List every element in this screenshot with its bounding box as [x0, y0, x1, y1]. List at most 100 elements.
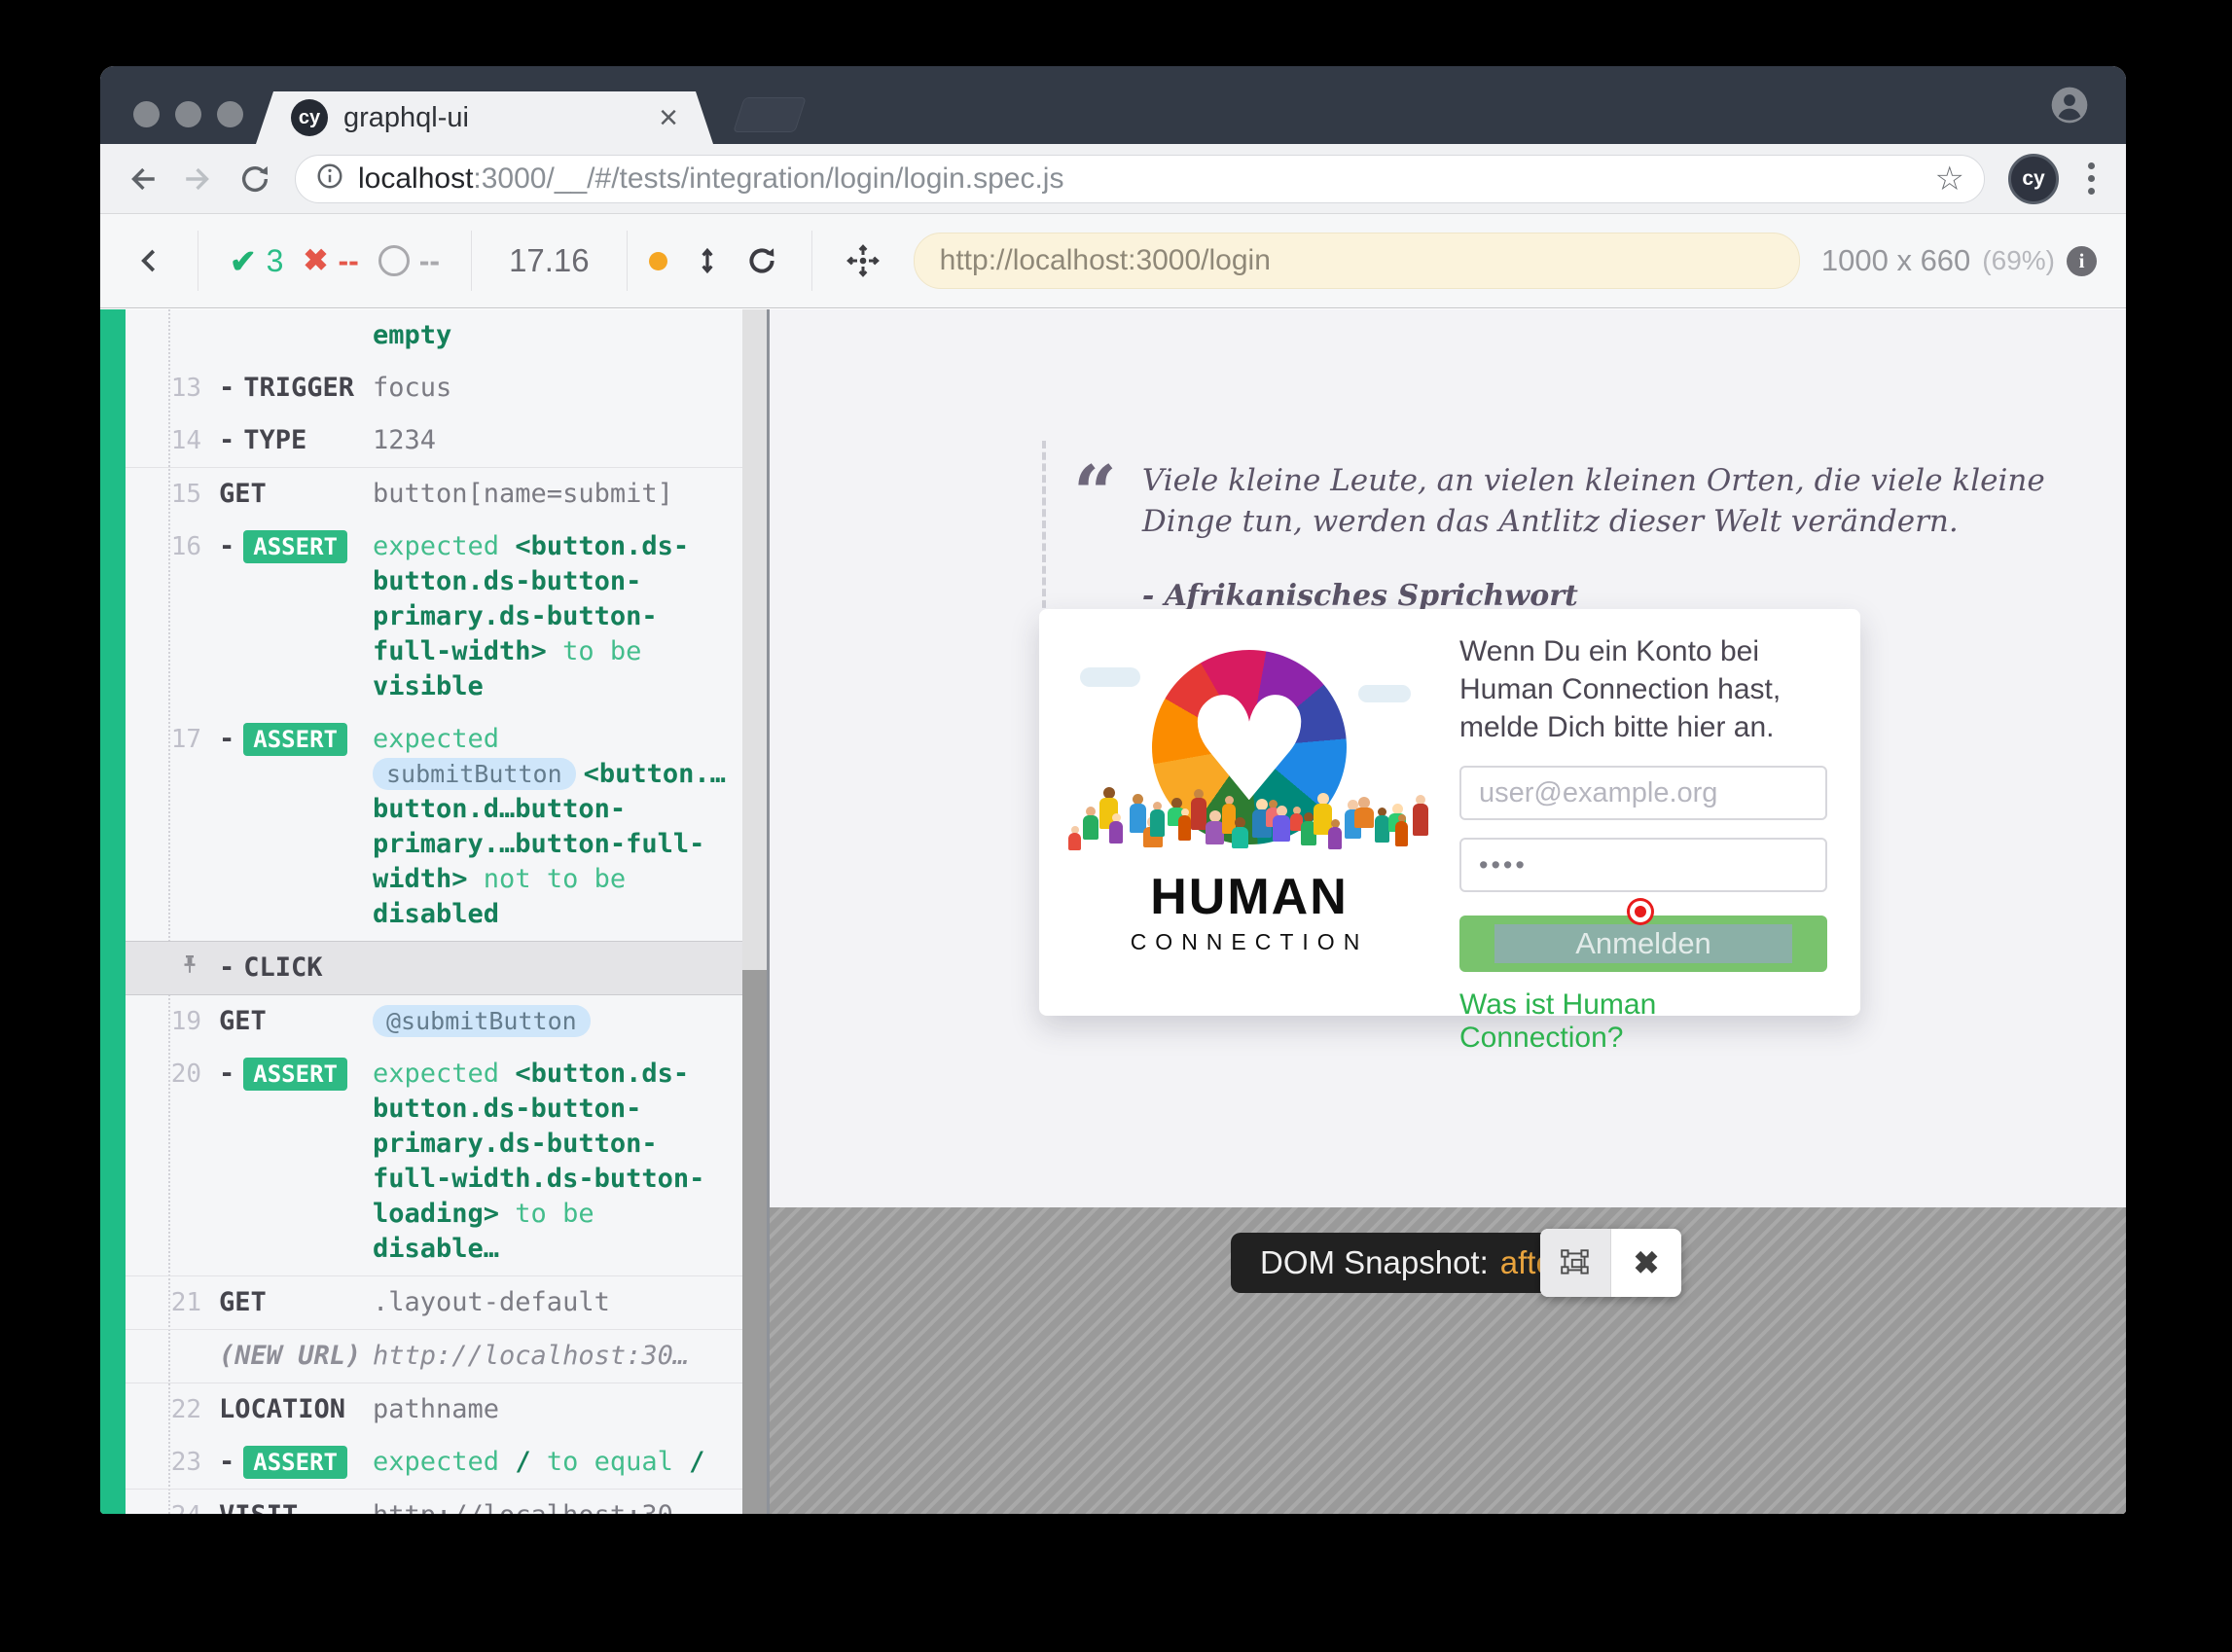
log-row-24[interactable]: 24VISIThttp://localhost:30… [126, 1489, 742, 1514]
viewport-info-icon[interactable]: i [2067, 246, 2097, 276]
assert-badge: ASSERT [243, 723, 347, 756]
url-input[interactable]: localhost:3000/__/#/tests/integration/lo… [295, 155, 1985, 203]
command-name: -CLICK [219, 951, 373, 986]
log-row-19[interactable]: 19GET@submitButton [126, 995, 742, 1048]
cloud-decoration [1080, 667, 1140, 687]
message-segment: / [689, 1447, 704, 1477]
log-row-22[interactable]: 22LOCATIONpathname [126, 1383, 742, 1436]
log-row-newurl[interactable]: (NEW URL)http://localhost:30… [126, 1329, 742, 1383]
scroll-toggle-icon[interactable] [693, 246, 722, 275]
selector-playground-icon[interactable] [846, 243, 881, 278]
back-icon[interactable] [126, 162, 159, 196]
logo-crowd [1072, 745, 1428, 852]
command-name: (NEW URL) [219, 1339, 373, 1374]
spec-passed-strip [100, 309, 126, 1514]
command-name: -ASSERT [219, 1445, 373, 1480]
log-row-14[interactable]: 14-TYPE1234 [126, 414, 742, 467]
password-field[interactable] [1459, 838, 1827, 892]
close-window-icon[interactable] [133, 101, 160, 127]
message-segment: .layout-default [373, 1287, 610, 1317]
log-row-20[interactable]: 20-ASSERTexpected <button.ds-button.ds-b… [126, 1048, 742, 1275]
command-name: LOCATION [219, 1392, 373, 1427]
log-row-16[interactable]: 16-ASSERTexpected <button.ds-button.ds-b… [126, 521, 742, 713]
command-log-scrollbar[interactable] [742, 309, 767, 1514]
browser-url-bar: localhost:3000/__/#/tests/integration/lo… [100, 144, 2126, 214]
crowd-person [1232, 817, 1248, 848]
browser-tab[interactable]: cy graphql-ui × [256, 91, 713, 144]
auto-scroll-dot-icon [649, 252, 667, 270]
log-row-23[interactable]: 23-ASSERTexpected / to equal / [126, 1436, 742, 1489]
alias-pill[interactable]: @submitButton [373, 1005, 591, 1037]
message-segment: pathname [373, 1394, 499, 1424]
browser-window: cy graphql-ui × lo [100, 66, 2126, 1514]
scrollbar-thumb[interactable] [742, 970, 767, 1514]
log-row-17[interactable]: 17-ASSERTexpected submitButton<button.…b… [126, 713, 742, 941]
crowd-person [1328, 819, 1342, 849]
quote-attribution: - Afrikanisches Sprichwort [1142, 579, 2067, 613]
message-segment: expected [373, 531, 515, 561]
log-row-click[interactable]: -CLICK [126, 941, 742, 995]
what-is-hc-link[interactable]: Was ist Human Connection? [1459, 988, 1827, 1055]
email-field[interactable] [1459, 766, 1827, 820]
collapse-sidebar-icon[interactable] [135, 246, 164, 275]
snapshot-highlights-button[interactable] [1540, 1229, 1611, 1297]
message-segment: to equal [531, 1447, 690, 1477]
minimize-window-icon[interactable] [175, 101, 201, 127]
passed-check-icon: ✔ [230, 242, 257, 280]
bookmark-star-icon[interactable]: ☆ [1935, 160, 1964, 198]
command-name: -TYPE [219, 423, 373, 458]
forward-icon[interactable] [182, 162, 215, 196]
url-path: :3000/__/#/tests/integration/login/login… [473, 162, 1063, 195]
quote-text: Viele kleine Leute, an vielen kleinen Or… [1142, 460, 2067, 542]
log-row-21[interactable]: 21GET.layout-default [126, 1275, 742, 1329]
new-tab-button[interactable] [733, 97, 807, 132]
maximize-window-icon[interactable] [217, 101, 243, 127]
alias-pill[interactable]: submitButton [373, 758, 576, 790]
command-name: -TRIGGER [219, 371, 373, 406]
command-name: GET [219, 1004, 373, 1039]
snapshot-controls: ✖ [1540, 1229, 1681, 1297]
command-message: .layout-default [373, 1285, 733, 1320]
aut-iframe: “ Viele kleine Leute, an vielen kleinen … [770, 309, 2126, 1514]
row-number: 17 [126, 722, 219, 932]
crowd-person [1354, 797, 1374, 828]
url-text: localhost:3000/__/#/tests/integration/lo… [358, 162, 1063, 196]
window-controls[interactable] [133, 101, 243, 127]
command-name: -ASSERT [219, 529, 373, 704]
log-row-15[interactable]: 15GETbutton[name=submit] [126, 467, 742, 521]
browser-titlebar: cy graphql-ui × [100, 66, 2126, 144]
reload-icon[interactable] [238, 162, 271, 196]
row-number: 19 [126, 1004, 219, 1039]
log-row-partial[interactable]: empty [126, 309, 742, 362]
tab-close-icon[interactable]: × [659, 101, 678, 134]
crowd-person [1150, 802, 1165, 837]
message-segment: empty [373, 320, 451, 350]
snapshot-close-button[interactable]: ✖ [1611, 1229, 1681, 1297]
command-name: GET [219, 477, 373, 512]
passed-count: 3 [267, 243, 284, 279]
click-event-dot [1630, 901, 1651, 922]
message-segment: expected [373, 724, 499, 754]
browser-menu-icon[interactable] [2082, 162, 2101, 195]
row-number: 23 [126, 1445, 219, 1480]
command-message: http://localhost:30… [373, 1339, 733, 1374]
page-info-icon[interactable] [315, 162, 344, 196]
submit-button-wrap: Anmelden [1459, 916, 1827, 972]
message-segment: disabled [373, 899, 499, 929]
command-message: empty [373, 318, 733, 353]
runner-content: empty 13-TRIGGERfocus14-TYPE123415GETbutt… [100, 309, 2126, 1514]
row-number: 16 [126, 529, 219, 704]
aut-url-field[interactable]: http://localhost:3000/login [914, 233, 1800, 289]
profile-icon[interactable] [2048, 84, 2091, 131]
command-message: expected submitButton<button.…button.d…b… [373, 722, 733, 932]
tests-passed[interactable]: ✔ 3 [230, 242, 283, 280]
row-number: 24 [126, 1498, 219, 1514]
submit-button[interactable]: Anmelden [1459, 916, 1827, 972]
cloud-decoration [1358, 685, 1411, 702]
restart-tests-icon[interactable] [745, 244, 778, 277]
cypress-extension-icon[interactable]: cy [2008, 154, 2059, 204]
crowd-person [1413, 795, 1428, 836]
log-row-13[interactable]: 13-TRIGGERfocus [126, 362, 742, 414]
tests-failed[interactable]: ✖ -- [303, 243, 358, 279]
tests-pending[interactable]: -- [378, 243, 440, 279]
